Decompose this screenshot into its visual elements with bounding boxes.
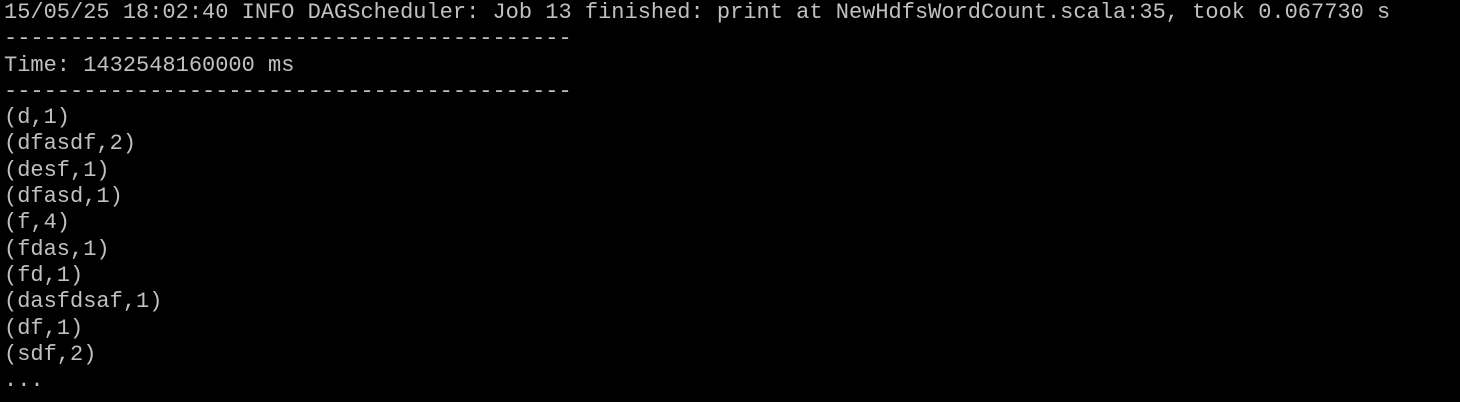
word-count-line: (dasfdsaf,1)	[4, 289, 163, 315]
word-count-line: (dfasd,1)	[4, 184, 123, 210]
word-count-line: (d,1)	[4, 105, 71, 131]
separator-line: ----------------------------------------…	[4, 26, 572, 52]
separator-line: ----------------------------------------…	[4, 78, 572, 104]
word-count-line: (df,1)	[4, 315, 84, 341]
ellipsis-line: ...	[4, 368, 44, 394]
word-count-line: (dfasdf,2)	[4, 131, 137, 157]
batch-time-line: Time: 1432548160000 ms	[4, 52, 295, 78]
word-count-line: (fdas,1)	[4, 236, 110, 262]
log-line-job-finished: 15/05/25 18:02:40 INFO DAGScheduler: Job…	[4, 0, 1391, 25]
word-count-line: (sdf,2)	[4, 341, 97, 367]
word-count-line: (desf,1)	[4, 157, 110, 183]
word-count-line: (fd,1)	[4, 262, 84, 288]
terminal-output[interactable]: 15/05/25 18:02:40 INFO DAGScheduler: Job…	[0, 0, 1460, 402]
word-count-line: (f,4)	[4, 210, 71, 236]
